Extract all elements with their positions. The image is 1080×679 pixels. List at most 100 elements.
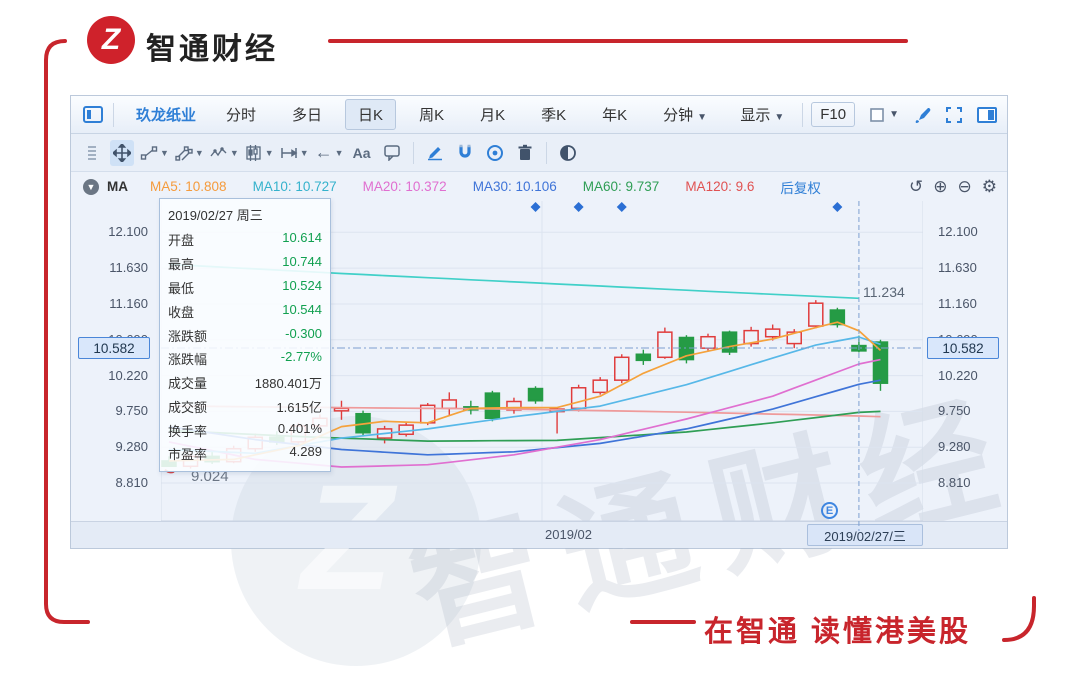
magnet-tool-icon[interactable] bbox=[453, 140, 477, 166]
tab-季K[interactable]: 季K bbox=[528, 99, 579, 130]
f10-button[interactable]: F10 bbox=[811, 102, 856, 127]
adjust-mode-link[interactable]: 后复权 bbox=[780, 177, 821, 197]
tooltip-row: 最高 10.744 bbox=[160, 252, 330, 276]
ohlc-tooltip: 2019/02/27 周三 开盘 10.614 最高 10.744 最低 10.524 收盘… bbox=[159, 198, 331, 472]
tooltip-row-label: 开盘 bbox=[168, 233, 195, 249]
tab-日K[interactable]: 日K bbox=[345, 99, 397, 130]
ma-indicator-bar: ▼ MA MA5: 10.808 MA10: 10.727 MA20: 10.372… bbox=[71, 172, 1007, 201]
tooltip-row-value: -2.77% bbox=[280, 349, 322, 365]
y-axis-label: 12.100 bbox=[108, 224, 148, 239]
crosshair-price-label: 10.582 bbox=[927, 337, 999, 359]
tooltip-row: 成交量 1880.401万 bbox=[160, 371, 330, 395]
ma-value-ma30[interactable]: MA30: 10.106 bbox=[473, 179, 557, 194]
y-axis-label: 9.750 bbox=[115, 403, 148, 418]
chevron-down-icon: ▼ bbox=[160, 147, 169, 158]
ma-value-ma5[interactable]: MA5: 10.808 bbox=[150, 179, 227, 194]
y-axis-label: 9.280 bbox=[938, 439, 971, 454]
tooltip-row-value: 10.614 bbox=[282, 230, 322, 246]
crosshair-price-label: 10.582 bbox=[78, 337, 150, 359]
tab-分时[interactable]: 分时 bbox=[213, 99, 269, 130]
ma-value-ma10[interactable]: MA10: 10.727 bbox=[253, 179, 337, 194]
event-badge[interactable]: E bbox=[821, 502, 838, 519]
display-dropdown[interactable]: 显示 ▼ bbox=[730, 104, 794, 125]
tooltip-row: 最低 10.524 bbox=[160, 276, 330, 300]
divider bbox=[802, 102, 804, 127]
tab-bar: 玖龙纸业 分时 多日 日K 周K 月K 季K 年K 分钟 ▼ 显示 ▼ F10 ▼ bbox=[71, 96, 1007, 134]
drawing-toolbar: ▼ ▼ ▼ ▼ ▼ ← ▼ Aa bbox=[71, 134, 1007, 172]
y-axis-right: 12.10011.63011.16010.69010.2209.7509.280… bbox=[923, 96, 1007, 521]
square-select-icon[interactable]: ▼ bbox=[869, 107, 899, 123]
text-tool-icon[interactable]: Aa bbox=[350, 140, 374, 166]
tab-年K[interactable]: 年K bbox=[589, 99, 640, 130]
tooltip-row-value: 0.401% bbox=[277, 420, 322, 436]
period-tabs: 分时 多日 日K 周K 月K 季K 年K bbox=[208, 99, 645, 130]
tooltip-row-label: 收盘 bbox=[168, 304, 195, 320]
tooltip-row-value: 10.744 bbox=[282, 254, 322, 270]
y-axis-label: 8.810 bbox=[115, 475, 148, 490]
channel-tool-icon[interactable]: ▼ bbox=[175, 140, 204, 166]
y-axis-label: 12.100 bbox=[938, 224, 978, 239]
tooltip-row-value: 1880.401万 bbox=[254, 376, 322, 392]
contrast-toggle-icon[interactable] bbox=[556, 140, 580, 166]
tooltip-row-label: 市盈率 bbox=[168, 447, 208, 463]
minute-dropdown-label: 分钟 bbox=[663, 107, 694, 124]
display-label: 显示 bbox=[740, 107, 771, 124]
text-tool-label: Aa bbox=[352, 144, 371, 161]
pattern-tool-icon[interactable]: ▼ bbox=[245, 140, 274, 166]
chevron-down-icon: ▼ bbox=[194, 147, 204, 158]
undo-icon[interactable]: ↺ bbox=[909, 178, 923, 195]
tooltip-row-value: 10.544 bbox=[282, 301, 322, 317]
y-axis-label: 9.280 bbox=[115, 439, 148, 454]
brand-slogan: 在智通 读懂港美股 bbox=[704, 616, 972, 648]
draw-tool-icon[interactable] bbox=[423, 140, 447, 166]
chevron-down-icon: ▼ bbox=[774, 112, 785, 123]
wave-tool-icon[interactable]: ▼ bbox=[210, 140, 239, 166]
brand-logo-icon: Z bbox=[87, 16, 135, 64]
ma-value-ma20[interactable]: MA20: 10.372 bbox=[363, 179, 447, 194]
tooltip-row-value: 10.524 bbox=[282, 277, 322, 293]
measure-tool-icon[interactable]: ▼ bbox=[280, 140, 309, 166]
divider bbox=[545, 141, 547, 164]
tooltip-row: 换手率 0.401% bbox=[160, 418, 330, 442]
tooltip-row-label: 涨跌幅 bbox=[168, 352, 208, 368]
ma-value-ma120[interactable]: MA120: 9.6 bbox=[685, 179, 754, 194]
y-axis-label: 11.630 bbox=[938, 260, 977, 275]
tooltip-row-label: 最低 bbox=[168, 280, 195, 296]
tooltip-row-value: 4.289 bbox=[289, 444, 322, 460]
target-tool-icon[interactable] bbox=[483, 140, 507, 166]
ma-values: MA5: 10.808 MA10: 10.727 MA20: 10.372 MA30:… bbox=[150, 179, 780, 194]
tooltip-row-value: -0.300 bbox=[285, 325, 322, 341]
tooltip-row-label: 涨跌额 bbox=[168, 328, 208, 344]
brand-name: 智通财经 bbox=[146, 33, 278, 66]
tooltip-row-value: 1.615亿 bbox=[276, 399, 322, 415]
y-axis-label: 11.160 bbox=[938, 296, 977, 311]
tooltip-row-label: 最高 bbox=[168, 257, 195, 273]
y-axis-label: 10.220 bbox=[108, 368, 148, 383]
tooltip-weekday: 周三 bbox=[236, 208, 263, 223]
y-axis-label: 11.160 bbox=[109, 296, 148, 311]
tooltip-row-label: 成交额 bbox=[168, 399, 208, 415]
ma250-value-label: 11.234 bbox=[863, 284, 905, 300]
tooltip-row: 涨跌额 -0.300 bbox=[160, 323, 330, 347]
y-axis-label: 10.220 bbox=[938, 368, 978, 383]
y-axis-left: 12.10011.63011.16010.69010.2209.7509.280… bbox=[71, 96, 161, 521]
tab-月K[interactable]: 月K bbox=[467, 99, 518, 130]
chevron-down-icon: ▼ bbox=[264, 147, 274, 158]
tab-周K[interactable]: 周K bbox=[406, 99, 457, 130]
tooltip-row: 开盘 10.614 bbox=[160, 228, 330, 252]
ma-value-ma60[interactable]: MA60: 9.737 bbox=[583, 179, 660, 194]
y-axis-label: 8.810 bbox=[938, 475, 971, 490]
tooltip-date: 2019/02/27 bbox=[168, 208, 234, 223]
chevron-down-icon: ▼ bbox=[334, 147, 344, 158]
tooltip-row: 市盈率 4.289 bbox=[160, 442, 330, 466]
y-axis-label: 9.750 bbox=[938, 403, 971, 418]
tab-多日[interactable]: 多日 bbox=[279, 99, 335, 130]
tooltip-row: 收盘 10.544 bbox=[160, 299, 330, 323]
divider bbox=[412, 141, 414, 164]
comment-tool-icon[interactable] bbox=[380, 140, 404, 166]
tooltip-row: 成交额 1.615亿 bbox=[160, 394, 330, 418]
delete-tool-icon[interactable] bbox=[513, 140, 537, 166]
tab-minute-dropdown[interactable]: 分钟 ▼ bbox=[650, 99, 720, 130]
chevron-down-icon: ▼ bbox=[697, 112, 708, 123]
arrow-tool-icon[interactable]: ← ▼ bbox=[315, 140, 344, 166]
